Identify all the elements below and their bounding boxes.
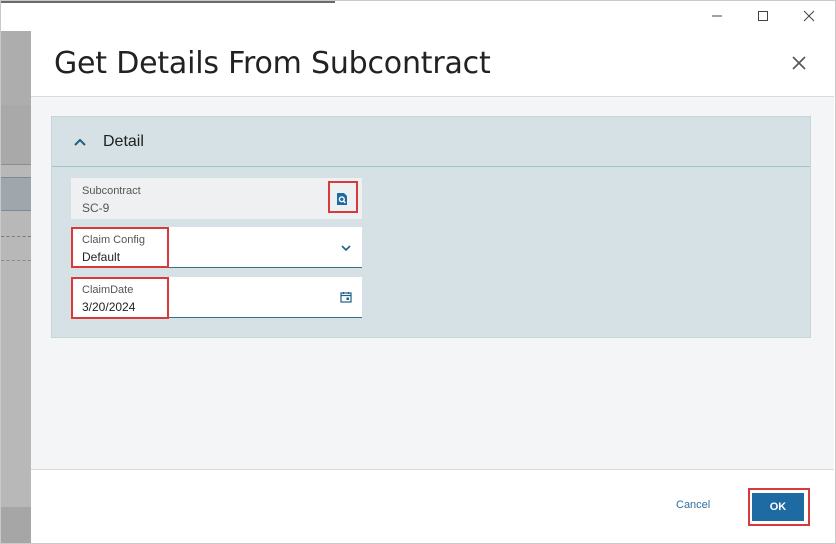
maximize-icon	[758, 11, 768, 21]
calendar-icon	[340, 292, 352, 303]
background-panel	[1, 31, 31, 105]
app-window: Get Details From Subcontract Detail Subc…	[0, 0, 836, 544]
subcontract-value: SC-9	[82, 201, 110, 215]
dialog-footer: Cancel OK	[31, 469, 834, 543]
dialog-header: Get Details From Subcontract	[31, 31, 834, 97]
background-divider	[1, 260, 31, 261]
section-title: Detail	[103, 133, 144, 150]
highlight-box	[748, 488, 810, 526]
claim-date-picker-button[interactable]	[335, 286, 357, 308]
background-divider	[1, 236, 31, 237]
subcontract-field[interactable]: Subcontract SC-9	[71, 178, 362, 219]
titlebar-accent-line	[1, 1, 335, 3]
detail-section: Detail Subcontract SC-9 Claim Config Def…	[51, 116, 811, 338]
detail-section-header[interactable]: Detail	[52, 117, 810, 167]
background-footer	[1, 507, 31, 543]
chevron-down-icon	[341, 245, 351, 252]
chevron-up-icon	[74, 138, 86, 146]
highlight-box	[328, 181, 358, 213]
claim-config-dropdown-button[interactable]	[335, 237, 357, 259]
close-icon	[792, 56, 806, 70]
background-app-area	[1, 31, 31, 543]
window-close-button[interactable]	[786, 1, 832, 31]
background-row	[1, 177, 31, 211]
dialog-close-button[interactable]	[787, 51, 811, 75]
minimize-icon	[712, 15, 722, 17]
background-panel	[1, 105, 31, 165]
dialog-title: Get Details From Subcontract	[54, 46, 491, 81]
cancel-button[interactable]: Cancel	[676, 499, 710, 511]
highlight-box	[71, 227, 169, 268]
subcontract-label: Subcontract	[82, 185, 141, 197]
window-titlebar	[1, 1, 835, 31]
highlight-box	[71, 277, 169, 319]
minimize-button[interactable]	[694, 1, 740, 31]
maximize-button[interactable]	[740, 1, 786, 31]
get-details-dialog: Get Details From Subcontract Detail Subc…	[31, 31, 834, 543]
close-icon	[803, 10, 815, 22]
